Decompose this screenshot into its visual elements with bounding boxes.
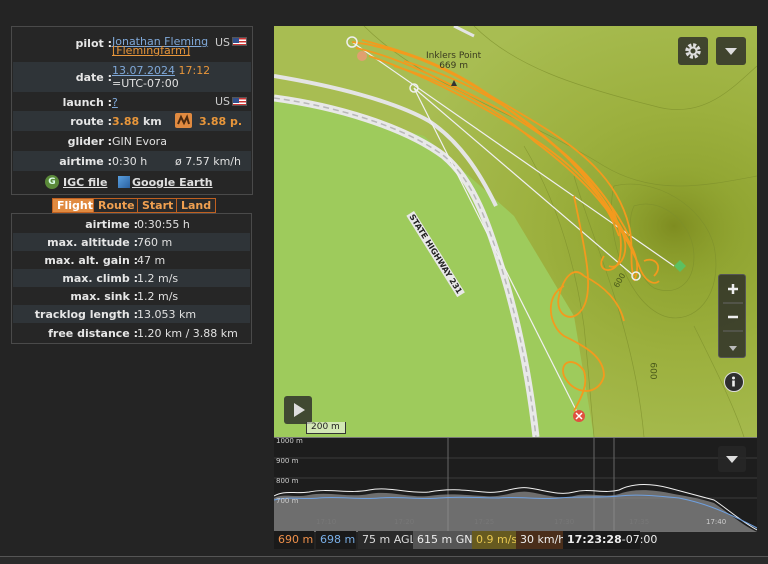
info-button[interactable] <box>724 372 744 392</box>
stat-value: 1.20 km / 3.88 km <box>137 327 238 340</box>
average-speed: ø 7.57 km/h <box>175 155 241 168</box>
agl-value: 75 m AGL <box>358 531 416 549</box>
flight-stats-panel: airtime : 0:30:55 h max. altitude : 760 … <box>11 213 252 344</box>
igc-icon: G <box>45 175 59 189</box>
peak-label: Inklers Point 669 m <box>426 51 481 71</box>
airtime-value: 0:30 h <box>112 155 148 168</box>
us-flag-icon <box>232 97 247 106</box>
stat-row: max. altitude : 760 m <box>13 233 250 251</box>
profile-y-label: 900 m <box>276 457 299 465</box>
stat-label: max. climb : <box>62 272 138 285</box>
profile-x-label: 17:20 <box>394 518 415 526</box>
info-icon <box>732 376 735 387</box>
stat-label: free distance : <box>48 327 138 340</box>
stat-value: 47 m <box>137 254 166 267</box>
route-row: route : 3.88 km 3.88 p. <box>13 111 251 131</box>
contour-label: 600 <box>647 362 658 380</box>
flight-map[interactable]: Inklers Point 669 m STATE HIGHWAY 231 60… <box>274 26 757 437</box>
play-icon <box>294 403 305 417</box>
launch-marker[interactable] <box>357 51 367 61</box>
date-row: date : 13.07.2024 17:12 =UTC-07:00 <box>13 62 251 92</box>
date-link[interactable]: 13.07.2024 <box>112 64 175 77</box>
profile-y-label: 800 m <box>276 477 299 485</box>
stat-value: 1.2 m/s <box>137 290 179 303</box>
stat-label: airtime : <box>85 218 138 231</box>
date-label: date : <box>75 71 112 84</box>
chevron-down-icon <box>726 456 738 463</box>
profile-x-label: 17:25 <box>474 518 495 526</box>
profile-y-label: 700 m <box>276 497 299 505</box>
stat-row: free distance : 1.20 km / 3.88 km <box>13 324 250 342</box>
google-earth-icon <box>118 176 130 188</box>
map-terrain <box>274 26 757 437</box>
google-earth-link[interactable]: Google Earth <box>132 176 213 189</box>
menu-dropdown-button[interactable] <box>716 37 746 65</box>
speed-value: 30 km/h <box>516 531 565 549</box>
peak-altitude: 669 m <box>439 61 469 71</box>
stat-row: airtime : 0:30:55 h <box>13 215 250 233</box>
altitude2-value: 698 m <box>316 531 356 549</box>
gear-icon <box>685 43 701 59</box>
position-status-bar: 690 m 698 m 75 m AGL 615 m GND 0.9 m/s 3… <box>274 531 657 549</box>
stat-row: max. climb : 1.2 m/s <box>13 269 250 287</box>
glider-value: GIN Evora <box>112 135 167 148</box>
route-label: route : <box>70 115 112 128</box>
launch-link[interactable]: ? <box>112 96 118 109</box>
peak-name: Inklers Point <box>426 51 482 61</box>
ground-value: 615 m GND <box>413 531 481 549</box>
links-row: G IGC file Google Earth <box>13 173 251 193</box>
tab-flight[interactable]: Flight <box>52 198 99 213</box>
clock-value: 17:23:28-07:00 <box>563 531 657 549</box>
stat-row: max. sink : 1.2 m/s <box>13 287 250 305</box>
vario-value: 0.9 m/s <box>472 531 517 549</box>
stat-value: 13.053 km <box>137 308 197 321</box>
glider-label: glider : <box>67 135 112 148</box>
profile-x-label: 17:30 <box>554 518 575 526</box>
settings-button[interactable] <box>678 37 708 65</box>
zoom-more-icon[interactable] <box>729 346 737 351</box>
scale-bar: 200 m <box>306 422 346 434</box>
timezone-value: =UTC-07:00 <box>112 77 179 90</box>
play-button[interactable] <box>284 396 312 424</box>
tab-route[interactable]: Route <box>93 198 140 213</box>
stat-row: max. alt. gain : 47 m <box>13 251 250 269</box>
chevron-down-icon <box>725 48 737 55</box>
route-type-icon <box>175 113 192 128</box>
stat-label: max. alt. gain : <box>44 254 138 267</box>
profile-x-label: 17:35 <box>629 518 650 526</box>
route-distance: 3.88 km <box>112 115 162 128</box>
zoom-control <box>718 274 746 358</box>
launch-country-code: US <box>215 95 231 108</box>
profile-dropdown-button[interactable] <box>718 446 746 472</box>
zoom-in-icon[interactable] <box>728 284 738 294</box>
launch-label: launch : <box>62 96 112 109</box>
airtime-row: airtime : 0:30 h ø 7.57 km/h <box>13 151 251 171</box>
profile-y-label: 1000 m <box>276 437 303 445</box>
altitude-value: 690 m <box>274 531 314 549</box>
bottom-strip <box>0 556 768 564</box>
pilot-handle-link[interactable]: [Flemingfarm] <box>112 44 190 57</box>
stat-label: max. altitude : <box>47 236 138 249</box>
profile-x-label: 17:10 <box>316 518 337 526</box>
date-value: 13.07.2024 17:12 <box>112 64 210 77</box>
launch-row: launch : ? US <box>13 92 251 112</box>
altitude-profile-chart <box>274 438 757 532</box>
stat-label: tracklog length : <box>34 308 138 321</box>
profile-x-label: 17:40 <box>706 518 727 526</box>
stat-row: tracklog length : 13.053 km <box>13 305 250 323</box>
route-points: 3.88 p. <box>199 115 243 128</box>
tab-land[interactable]: Land <box>176 198 217 213</box>
time-value: 17:12 <box>178 64 211 77</box>
igc-file-link[interactable]: IGC file <box>63 176 107 189</box>
stat-value: 0:30:55 h <box>137 218 190 231</box>
glider-row: glider : GIN Evora <box>13 131 251 151</box>
altitude-profile[interactable]: 1000 m 900 m 800 m 700 m 17:10 17:20 17:… <box>274 437 757 532</box>
tab-start[interactable]: Start <box>137 198 179 213</box>
stat-label: max. sink : <box>70 290 138 303</box>
stat-value: 760 m <box>137 236 173 249</box>
flight-info-panel: pilot : Jonathan Fleming US [Flemingfarm… <box>11 26 253 195</box>
airtime-label: airtime : <box>59 155 112 168</box>
stat-value: 1.2 m/s <box>137 272 179 285</box>
